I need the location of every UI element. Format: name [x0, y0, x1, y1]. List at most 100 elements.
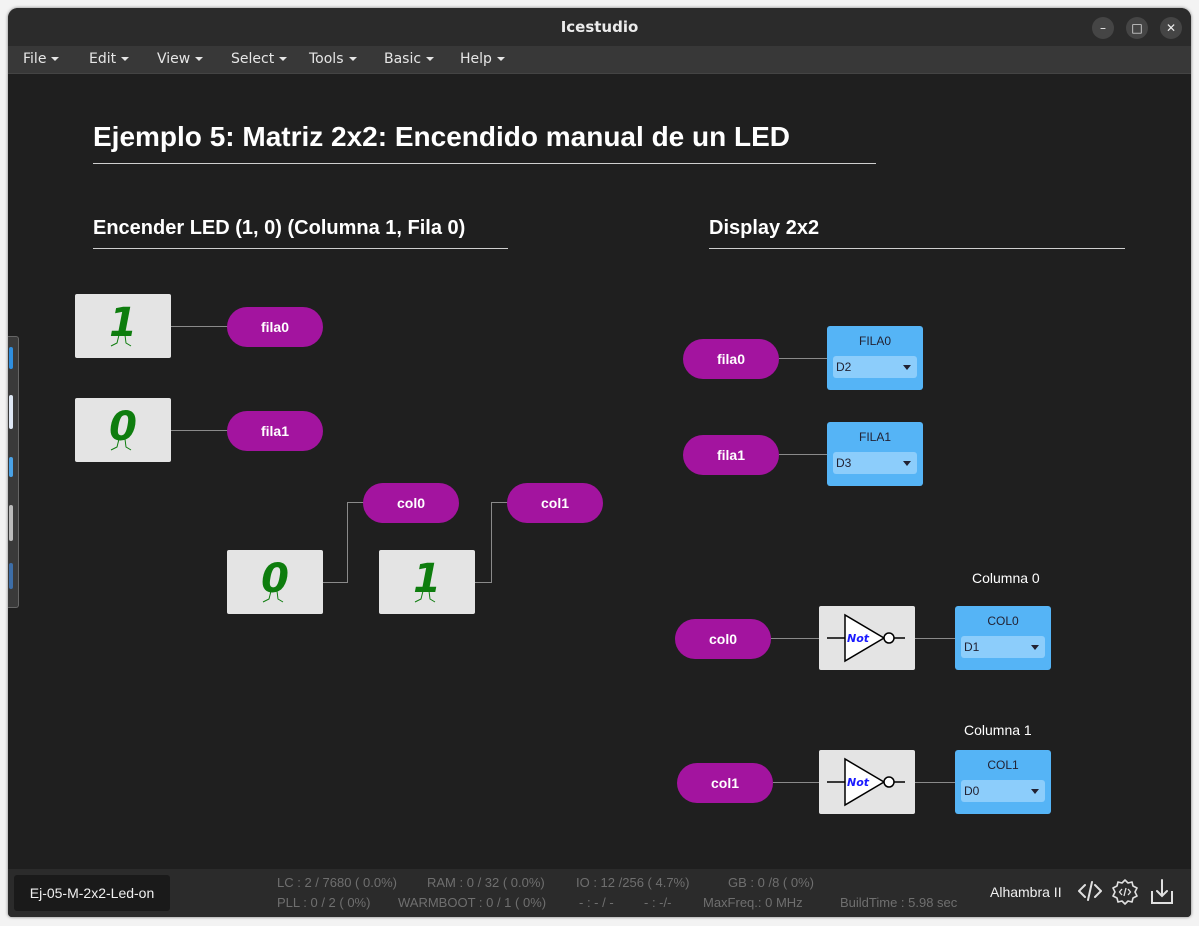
- pin-select[interactable]: D1: [961, 636, 1045, 658]
- chevron-down-icon: [903, 365, 911, 370]
- menu-tools-label: Tools: [309, 51, 344, 67]
- output-block-fila0[interactable]: FILA0 D2: [827, 326, 923, 390]
- side-panel-icons: [9, 347, 13, 589]
- wire: [915, 638, 955, 639]
- stat-ram: RAM : 0 / 32 ( 0.0%): [427, 875, 545, 890]
- constant-digit-icon: 0: [261, 556, 289, 603]
- label-col0-output[interactable]: col0: [363, 483, 459, 523]
- svg-text:0: 0: [109, 404, 137, 450]
- side-panel-tab[interactable]: [8, 336, 19, 608]
- constant-digit-icon: 1: [413, 556, 441, 603]
- chevron-down-icon: [496, 57, 505, 61]
- constant-block-col0[interactable]: 0: [227, 550, 323, 614]
- not-gate-block-col0[interactable]: Not: [819, 606, 915, 670]
- wire: [915, 782, 955, 783]
- chevron-down-icon: [279, 57, 288, 61]
- constant-block-col1[interactable]: 1: [379, 550, 475, 614]
- menu-help-label: Help: [460, 51, 492, 67]
- chevron-down-icon: [348, 57, 357, 61]
- constant-digit-icon: 1: [109, 300, 137, 347]
- upload-to-board-icon[interactable]: [1148, 877, 1176, 907]
- status-bar: Ej-05-M-2x2-Led-on LC : 2 / 7680 ( 0.0%)…: [8, 869, 1191, 917]
- svg-text:Not: Not: [847, 776, 870, 789]
- chevron-down-icon: [121, 57, 130, 61]
- output-block-col1[interactable]: COL1 D0: [955, 750, 1051, 814]
- menu-tools[interactable]: Tools: [309, 51, 357, 67]
- section-left-underline: [93, 248, 508, 249]
- output-name: FILA0: [858, 334, 891, 348]
- page-title: Ejemplo 5: Matriz 2x2: Encendido manual …: [93, 121, 791, 152]
- chevron-down-icon: [195, 57, 204, 61]
- pin-select[interactable]: D0: [961, 780, 1045, 802]
- label-fila1-input[interactable]: fila1: [683, 435, 779, 475]
- title-bar: Icestudio – □ ✕: [8, 8, 1191, 46]
- minimize-button[interactable]: –: [1092, 17, 1114, 39]
- output-block-col0[interactable]: COL0 D1: [955, 606, 1051, 670]
- menu-edit[interactable]: Edit: [89, 51, 130, 67]
- wire: [779, 358, 827, 359]
- wire: [773, 782, 819, 783]
- chevron-down-icon: [903, 461, 911, 466]
- stat-extra1: - : - / -: [579, 895, 614, 910]
- menu-help[interactable]: Help: [460, 51, 505, 67]
- label-fila0-output[interactable]: fila0: [227, 307, 323, 347]
- label-fila1-output[interactable]: fila1: [227, 411, 323, 451]
- menu-select-label: Select: [231, 51, 275, 67]
- section-right-underline: [709, 248, 1125, 249]
- stat-gb: GB : 0 /8 ( 0%): [728, 875, 814, 890]
- not-gate-icon: Not: [827, 613, 905, 663]
- menu-file-label: File: [23, 51, 47, 67]
- label-fila0-input[interactable]: fila0: [683, 339, 779, 379]
- label-col0-input[interactable]: col0: [675, 619, 771, 659]
- close-button[interactable]: ✕: [1160, 17, 1182, 39]
- stat-warmboot: WARMBOOT : 0 / 1 ( 0%): [398, 895, 547, 910]
- pin-select[interactable]: D2: [833, 356, 917, 378]
- label-col1-input[interactable]: col1: [677, 763, 773, 803]
- menu-view-label: View: [157, 51, 191, 67]
- project-name[interactable]: Ej-05-M-2x2-Led-on: [14, 875, 170, 911]
- design-canvas[interactable]: Ejemplo 5: Matriz 2x2: Encendido manual …: [8, 74, 1191, 869]
- title-underline: [93, 163, 876, 164]
- not-gate-block-col1[interactable]: Not: [819, 750, 915, 814]
- code-icon[interactable]: [1076, 877, 1104, 905]
- stat-lc: LC : 2 / 7680 ( 0.0%): [277, 875, 397, 890]
- constant-digit-icon: 0: [109, 404, 137, 451]
- gear-code-icon[interactable]: [1110, 877, 1140, 907]
- comment-columna1: Columna 1: [964, 722, 1032, 738]
- svg-text:1: 1: [109, 300, 137, 346]
- wire: [171, 326, 229, 327]
- menu-select[interactable]: Select: [231, 51, 288, 67]
- wire: [491, 502, 492, 583]
- window-title: Icestudio: [560, 18, 639, 36]
- menu-view[interactable]: View: [157, 51, 204, 67]
- chevron-down-icon: [1031, 789, 1039, 794]
- menu-basic-label: Basic: [384, 51, 422, 67]
- stat-pll: PLL : 0 / 2 ( 0%): [277, 895, 371, 910]
- output-block-fila1[interactable]: FILA1 D3: [827, 422, 923, 486]
- menu-file[interactable]: File: [23, 51, 60, 67]
- wire: [771, 638, 819, 639]
- menu-basic[interactable]: Basic: [384, 51, 435, 67]
- board-name[interactable]: Alhambra II: [990, 884, 1062, 900]
- svg-text:0: 0: [261, 556, 289, 602]
- menu-bar: File Edit View Select Tools Basic Help: [8, 46, 1191, 74]
- maximize-button[interactable]: □: [1126, 17, 1148, 39]
- wire: [779, 454, 827, 455]
- pin-select[interactable]: D3: [833, 452, 917, 474]
- pin-value: D0: [964, 784, 980, 798]
- pin-value: D1: [964, 640, 980, 654]
- pin-value: D3: [836, 456, 852, 470]
- constant-block-fila1[interactable]: 0: [75, 398, 171, 462]
- output-name: COL0: [987, 614, 1019, 628]
- comment-columna0: Columna 0: [972, 570, 1040, 586]
- not-gate-icon: Not: [827, 757, 905, 807]
- app-window: Icestudio – □ ✕ File Edit View Select To…: [8, 8, 1191, 917]
- section-title-left: Encender LED (1, 0) (Columna 1, Fila 0): [93, 217, 466, 239]
- output-name: FILA1: [858, 430, 891, 444]
- constant-block-fila0[interactable]: 1: [75, 294, 171, 358]
- label-col1-output[interactable]: col1: [507, 483, 603, 523]
- stat-buildtime: BuildTime : 5.98 sec: [840, 895, 958, 910]
- output-name: COL1: [987, 758, 1019, 772]
- stat-io: IO : 12 /256 ( 4.7%): [576, 875, 690, 890]
- stat-extra2: - : -/-: [644, 895, 672, 910]
